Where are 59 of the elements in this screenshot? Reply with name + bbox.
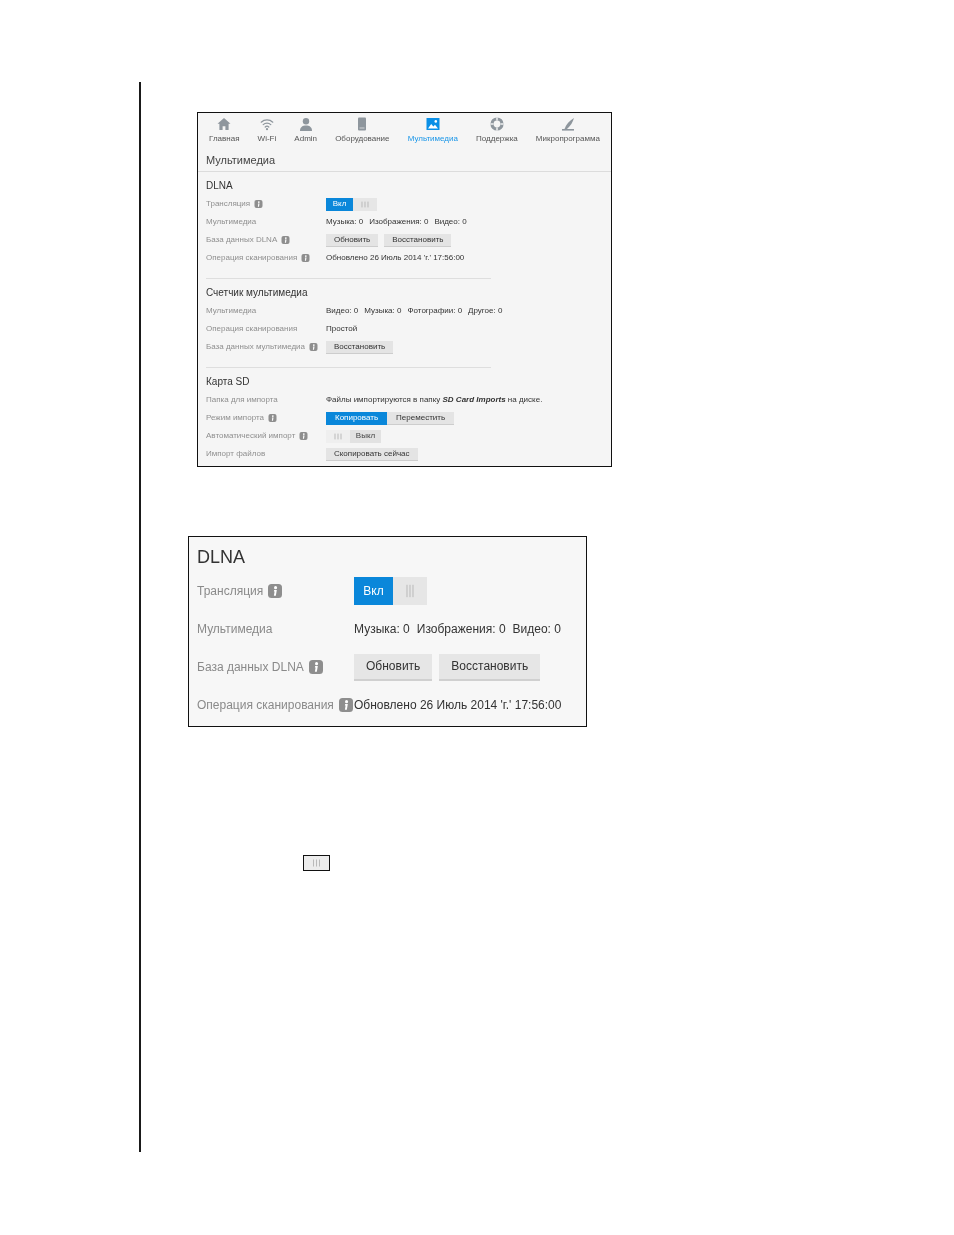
field-label: Операция сканирования (206, 252, 298, 264)
stat-text: Изображения: 0 (416, 621, 506, 638)
status-text: Простой (326, 323, 358, 335)
house-icon (217, 117, 232, 131)
field-label: Мультимедиа (197, 621, 273, 638)
section-title: Карта SD (206, 374, 250, 389)
field-label: Операция сканирования (197, 697, 334, 714)
field-label: Трансляция (197, 583, 264, 600)
field-label: База данных DLNA (197, 659, 304, 676)
toggle-handle-icon (303, 855, 330, 871)
person-icon (298, 117, 313, 131)
status-text: Обновлено 26 Июль 2014 'г.' 17:56:00 (326, 252, 465, 264)
nav-tab[interactable]: Admin (294, 117, 318, 150)
stat-text: Изображения: 0 (369, 216, 429, 228)
status-text: Обновлено 26 Июль 2014 'г.' 17:56:00 (354, 697, 562, 714)
field-label: Трансляция (206, 198, 251, 210)
stat-text: Видео: 0 (512, 621, 561, 638)
page-title: Мультимедиа (206, 153, 276, 169)
stat-text: Видео: 0 (326, 305, 359, 317)
stat-text: Фотографии: 0 (407, 305, 463, 317)
field-label: Автоматический импорт (206, 430, 296, 442)
status-text: Файлы импортируются в папку SD Card Imports на диске. (326, 394, 543, 406)
field-label: Операция сканирования (206, 323, 298, 335)
action-button[interactable]: Обновить (326, 233, 379, 247)
toggle-handle-icon (393, 577, 427, 605)
stat-text: Музыка: 0 (364, 305, 402, 317)
field-label: Импорт файлов (206, 448, 266, 460)
stat-text: Видео: 0 (434, 216, 467, 228)
image-icon (425, 117, 440, 131)
section-title: DLNA (197, 545, 245, 569)
toggle-switch[interactable]: Выкл (326, 429, 381, 443)
toggle-handle-icon (326, 429, 350, 443)
action-button[interactable]: Обновить (354, 653, 433, 681)
nav-tab[interactable]: Wi-Fi (257, 117, 277, 150)
action-button[interactable]: Восстановить (384, 233, 452, 247)
segment-button[interactable]: Копировать (326, 411, 388, 425)
field-label: Мультимедиа (206, 305, 257, 317)
segment-button[interactable]: Переместить (387, 411, 455, 425)
field-label: Мультимедиа (206, 216, 257, 228)
field-label: Режим импорта (206, 412, 264, 424)
nav-tab[interactable]: Главная (209, 117, 240, 150)
lifebuoy-icon (489, 117, 504, 131)
toggle-handle-icon (353, 197, 377, 211)
action-button[interactable]: Восстановить (439, 653, 541, 681)
stat-text: Музыка: 0 (326, 216, 364, 228)
field-label: База данных мультимедиа (206, 341, 305, 353)
field-label: Папка для импорта (206, 394, 278, 406)
wifi-icon (259, 117, 274, 131)
stat-text: Музыка: 0 (354, 621, 410, 638)
nav-tab[interactable]: Поддержка (476, 117, 518, 150)
action-button[interactable]: Восстановить (326, 340, 394, 354)
nav-tab[interactable]: Микропрограмма (535, 117, 600, 150)
field-label: База данных DLNA (206, 234, 278, 246)
section-title: DLNA (206, 178, 233, 193)
section-title: Счетчик мультимедиа (206, 285, 308, 300)
action-button[interactable]: Скопировать сейчас (326, 447, 418, 461)
stat-text: Другое: 0 (468, 305, 503, 317)
quill-icon (560, 117, 575, 131)
nav-tab[interactable]: Оборудование (335, 117, 390, 150)
